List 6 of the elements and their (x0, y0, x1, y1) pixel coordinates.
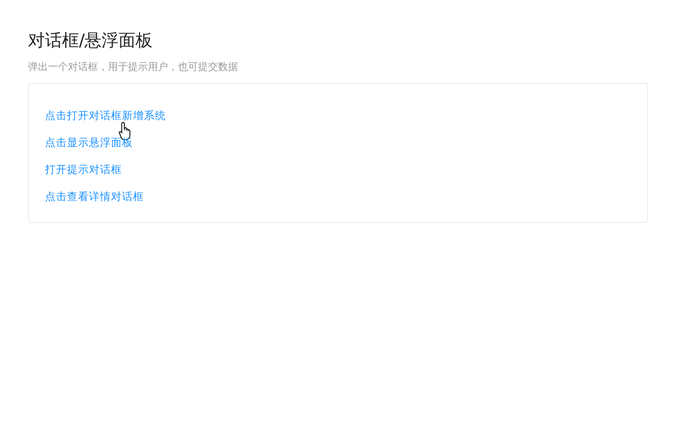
dialog-link[interactable]: 点击查看详情对话框 (45, 190, 144, 204)
page-subtitle: 弹出一个对话框，用于提示用户，也可提交数据 (28, 61, 239, 75)
dialog-link[interactable]: 点击显示悬浮面板 (45, 136, 133, 150)
dialog-link[interactable]: 打开提示对话框 (45, 162, 122, 176)
page-title: 对话框/悬浮面板 (28, 30, 154, 52)
dialog-link[interactable]: 点击打开对话框新增系统 (45, 108, 166, 122)
